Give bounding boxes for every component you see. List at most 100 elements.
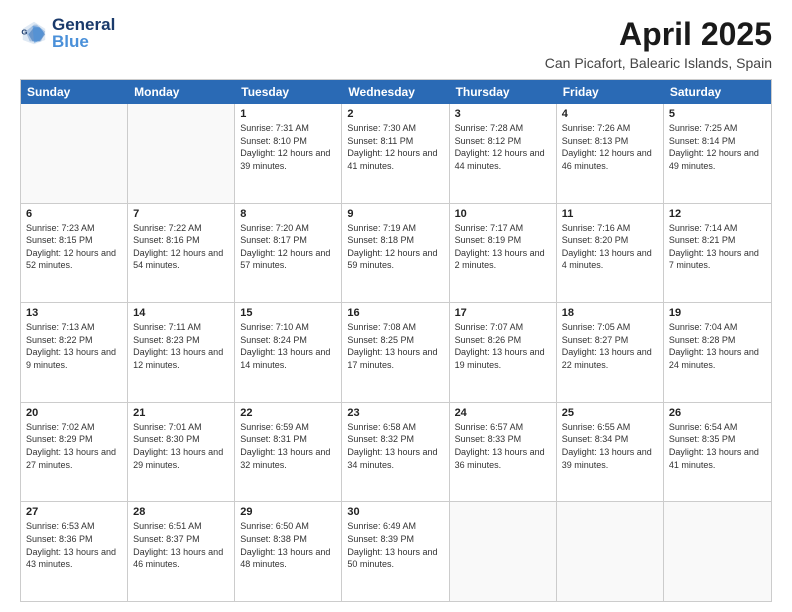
day-cell-19: 19Sunrise: 7:04 AMSunset: 8:28 PMDayligh… — [664, 303, 771, 402]
day-cell-23: 23Sunrise: 6:58 AMSunset: 8:32 PMDayligh… — [342, 403, 449, 502]
day-cell-9: 9 Sunrise: 7:19 AMSunset: 8:18 PMDaylight… — [342, 204, 449, 303]
cell-detail: Sunrise: 6:53 AMSunset: 8:36 PMDaylight:… — [26, 520, 122, 570]
day-cell-1: 1Sunrise: 7:31 AMSunset: 8:10 PMDaylight… — [235, 104, 342, 203]
cell-detail: Sunrise: 7:26 AMSunset: 8:13 PMDaylight:… — [562, 122, 658, 172]
header-day-monday: Monday — [128, 80, 235, 104]
header-day-tuesday: Tuesday — [235, 80, 342, 104]
day-number: 3 — [455, 108, 551, 120]
cell-detail: Sunrise: 7:05 AMSunset: 8:27 PMDaylight:… — [562, 321, 658, 371]
week-row-5: 27 Sunrise: 6:53 AMSunset: 8:36 PMDayligh… — [21, 502, 771, 601]
day-number: 10 — [455, 208, 551, 220]
week-row-3: 13 Sunrise: 7:13 AMSunset: 8:22 PMDayligh… — [21, 303, 771, 403]
day-cell-30: 30 Sunrise: 6:49 AMSunset: 8:39 PMDayligh… — [342, 502, 449, 601]
main-title: April 2025 — [545, 16, 772, 53]
cell-detail: Sunrise: 7:16 AMSunset: 8:20 PMDaylight:… — [562, 222, 658, 272]
cell-detail: Sunrise: 6:49 AMSunset: 8:39 PMDaylight:… — [347, 520, 443, 570]
header-day-sunday: Sunday — [21, 80, 128, 104]
day-number: 11 — [562, 208, 658, 220]
cell-detail: Sunrise: 6:59 AMSunset: 8:31 PMDaylight:… — [240, 421, 336, 471]
logo-blue-text: Blue — [52, 33, 115, 50]
day-number: 30 — [347, 506, 443, 518]
day-number: 27 — [26, 506, 122, 518]
day-cell-28: 28 Sunrise: 6:51 AMSunset: 8:37 PMDayligh… — [128, 502, 235, 601]
day-cell-11: 11 Sunrise: 7:16 AMSunset: 8:20 PMDayligh… — [557, 204, 664, 303]
day-cell-15: 15Sunrise: 7:10 AMSunset: 8:24 PMDayligh… — [235, 303, 342, 402]
day-cell-3: 3 Sunrise: 7:28 AMSunset: 8:12 PMDaylight… — [450, 104, 557, 203]
page: G General Blue April 2025 Can Picafort, … — [0, 0, 792, 612]
day-number: 8 — [240, 208, 336, 220]
day-cell-18: 18 Sunrise: 7:05 AMSunset: 8:27 PMDayligh… — [557, 303, 664, 402]
day-cell-7: 7Sunrise: 7:22 AMSunset: 8:16 PMDaylight… — [128, 204, 235, 303]
day-cell-22: 22Sunrise: 6:59 AMSunset: 8:31 PMDayligh… — [235, 403, 342, 502]
empty-cell — [664, 502, 771, 601]
cell-detail: Sunrise: 7:20 AMSunset: 8:17 PMDaylight:… — [240, 222, 336, 272]
day-cell-6: 6 Sunrise: 7:23 AMSunset: 8:15 PMDaylight… — [21, 204, 128, 303]
cell-detail: Sunrise: 7:07 AMSunset: 8:26 PMDaylight:… — [455, 321, 551, 371]
calendar-body: 1Sunrise: 7:31 AMSunset: 8:10 PMDaylight… — [21, 104, 771, 601]
cell-detail: Sunrise: 7:11 AMSunset: 8:23 PMDaylight:… — [133, 321, 229, 371]
cell-detail: Sunrise: 7:08 AMSunset: 8:25 PMDaylight:… — [347, 321, 443, 371]
day-cell-29: 29Sunrise: 6:50 AMSunset: 8:38 PMDayligh… — [235, 502, 342, 601]
day-number: 16 — [347, 307, 443, 319]
day-number: 19 — [669, 307, 766, 319]
logo: G General Blue — [20, 16, 115, 50]
calendar: SundayMondayTuesdayWednesdayThursdayFrid… — [20, 79, 772, 602]
header: G General Blue April 2025 Can Picafort, … — [20, 16, 772, 71]
day-number: 4 — [562, 108, 658, 120]
day-number: 12 — [669, 208, 766, 220]
calendar-header: SundayMondayTuesdayWednesdayThursdayFrid… — [21, 80, 771, 104]
week-row-2: 6 Sunrise: 7:23 AMSunset: 8:15 PMDaylight… — [21, 204, 771, 304]
cell-detail: Sunrise: 6:50 AMSunset: 8:38 PMDaylight:… — [240, 520, 336, 570]
cell-detail: Sunrise: 6:55 AMSunset: 8:34 PMDaylight:… — [562, 421, 658, 471]
day-number: 28 — [133, 506, 229, 518]
day-number: 20 — [26, 407, 122, 419]
day-cell-14: 14 Sunrise: 7:11 AMSunset: 8:23 PMDayligh… — [128, 303, 235, 402]
title-block: April 2025 Can Picafort, Balearic Island… — [545, 16, 772, 71]
cell-detail: Sunrise: 7:17 AMSunset: 8:19 PMDaylight:… — [455, 222, 551, 272]
day-number: 6 — [26, 208, 122, 220]
day-number: 5 — [669, 108, 766, 120]
day-cell-16: 16 Sunrise: 7:08 AMSunset: 8:25 PMDayligh… — [342, 303, 449, 402]
day-number: 18 — [562, 307, 658, 319]
header-day-wednesday: Wednesday — [342, 80, 449, 104]
header-day-thursday: Thursday — [450, 80, 557, 104]
svg-text:G: G — [21, 27, 27, 36]
cell-detail: Sunrise: 7:31 AMSunset: 8:10 PMDaylight:… — [240, 122, 336, 172]
day-cell-25: 25Sunrise: 6:55 AMSunset: 8:34 PMDayligh… — [557, 403, 664, 502]
day-cell-20: 20Sunrise: 7:02 AMSunset: 8:29 PMDayligh… — [21, 403, 128, 502]
logo-general-text: General — [52, 16, 115, 33]
week-row-1: 1Sunrise: 7:31 AMSunset: 8:10 PMDaylight… — [21, 104, 771, 204]
cell-detail: Sunrise: 7:28 AMSunset: 8:12 PMDaylight:… — [455, 122, 551, 172]
subtitle: Can Picafort, Balearic Islands, Spain — [545, 55, 772, 71]
day-number: 14 — [133, 307, 229, 319]
cell-detail: Sunrise: 7:13 AMSunset: 8:22 PMDaylight:… — [26, 321, 122, 371]
empty-cell — [21, 104, 128, 203]
day-cell-5: 5Sunrise: 7:25 AMSunset: 8:14 PMDaylight… — [664, 104, 771, 203]
day-number: 24 — [455, 407, 551, 419]
day-cell-24: 24 Sunrise: 6:57 AMSunset: 8:33 PMDayligh… — [450, 403, 557, 502]
empty-cell — [450, 502, 557, 601]
cell-detail: Sunrise: 7:19 AMSunset: 8:18 PMDaylight:… — [347, 222, 443, 272]
cell-detail: Sunrise: 6:51 AMSunset: 8:37 PMDaylight:… — [133, 520, 229, 570]
day-cell-26: 26Sunrise: 6:54 AMSunset: 8:35 PMDayligh… — [664, 403, 771, 502]
cell-detail: Sunrise: 6:58 AMSunset: 8:32 PMDaylight:… — [347, 421, 443, 471]
cell-detail: Sunrise: 7:14 AMSunset: 8:21 PMDaylight:… — [669, 222, 766, 272]
cell-detail: Sunrise: 7:23 AMSunset: 8:15 PMDaylight:… — [26, 222, 122, 272]
day-number: 21 — [133, 407, 229, 419]
day-cell-27: 27 Sunrise: 6:53 AMSunset: 8:36 PMDayligh… — [21, 502, 128, 601]
header-day-saturday: Saturday — [664, 80, 771, 104]
day-cell-2: 2 Sunrise: 7:30 AMSunset: 8:11 PMDaylight… — [342, 104, 449, 203]
cell-detail: Sunrise: 6:57 AMSunset: 8:33 PMDaylight:… — [455, 421, 551, 471]
day-number: 13 — [26, 307, 122, 319]
day-number: 17 — [455, 307, 551, 319]
empty-cell — [128, 104, 235, 203]
day-number: 2 — [347, 108, 443, 120]
day-number: 9 — [347, 208, 443, 220]
cell-detail: Sunrise: 6:54 AMSunset: 8:35 PMDaylight:… — [669, 421, 766, 471]
day-cell-21: 21Sunrise: 7:01 AMSunset: 8:30 PMDayligh… — [128, 403, 235, 502]
week-row-4: 20Sunrise: 7:02 AMSunset: 8:29 PMDayligh… — [21, 403, 771, 503]
day-number: 7 — [133, 208, 229, 220]
cell-detail: Sunrise: 7:30 AMSunset: 8:11 PMDaylight:… — [347, 122, 443, 172]
day-number: 15 — [240, 307, 336, 319]
empty-cell — [557, 502, 664, 601]
